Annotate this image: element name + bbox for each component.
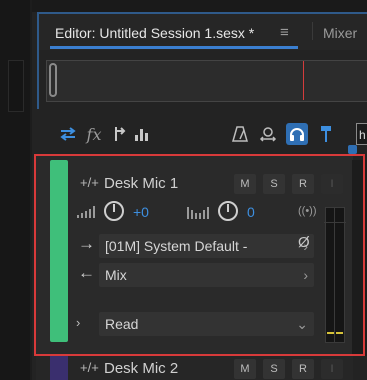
track2-color-swatch[interactable] [50, 356, 68, 380]
active-tab-indicator [50, 46, 298, 49]
panel-menu-icon[interactable]: ≡ [280, 24, 289, 41]
headphone-icon[interactable] [286, 123, 308, 145]
track2-record-arm-button[interactable]: R [292, 359, 314, 379]
eq-svg [135, 129, 148, 141]
track2-solo-button[interactable]: S [263, 359, 285, 379]
pin-svg [321, 126, 331, 142]
selection-highlight [34, 154, 365, 356]
send-svg [115, 127, 126, 141]
time-cursor-marker[interactable] [348, 145, 357, 154]
punch-icon[interactable] [258, 124, 278, 144]
fx-icon[interactable]: fx [84, 124, 104, 144]
track2-name[interactable]: Desk Mic 2 [104, 360, 178, 377]
tab-editor[interactable]: Editor: Untitled Session 1.sesx * [55, 25, 254, 41]
track2-mute-button[interactable]: M [234, 359, 256, 379]
mono-track-icon: +/+ [80, 360, 99, 375]
metronome-icon[interactable] [230, 124, 250, 144]
headphone-svg [290, 128, 304, 141]
top-strip [32, 0, 367, 12]
tab-mixer[interactable]: Mixer [323, 25, 357, 41]
left-panel [0, 0, 30, 380]
metronome-svg [232, 126, 248, 142]
eq-icon[interactable] [132, 124, 152, 144]
pin-icon[interactable] [316, 124, 336, 144]
timecode-field[interactable]: h [356, 123, 367, 145]
punch-svg [259, 127, 277, 142]
left-panel-scrollbar[interactable] [8, 60, 24, 112]
zoom-navigator-handle[interactable] [49, 63, 57, 97]
playhead-marker[interactable] [303, 61, 304, 100]
zoom-navigator[interactable] [46, 60, 367, 102]
track2-input-monitor-button[interactable]: I [321, 359, 343, 379]
send-icon[interactable] [109, 124, 129, 144]
swap-arrows-svg [60, 127, 76, 141]
tab-divider [312, 22, 313, 40]
swap-arrows-icon[interactable] [58, 124, 78, 144]
